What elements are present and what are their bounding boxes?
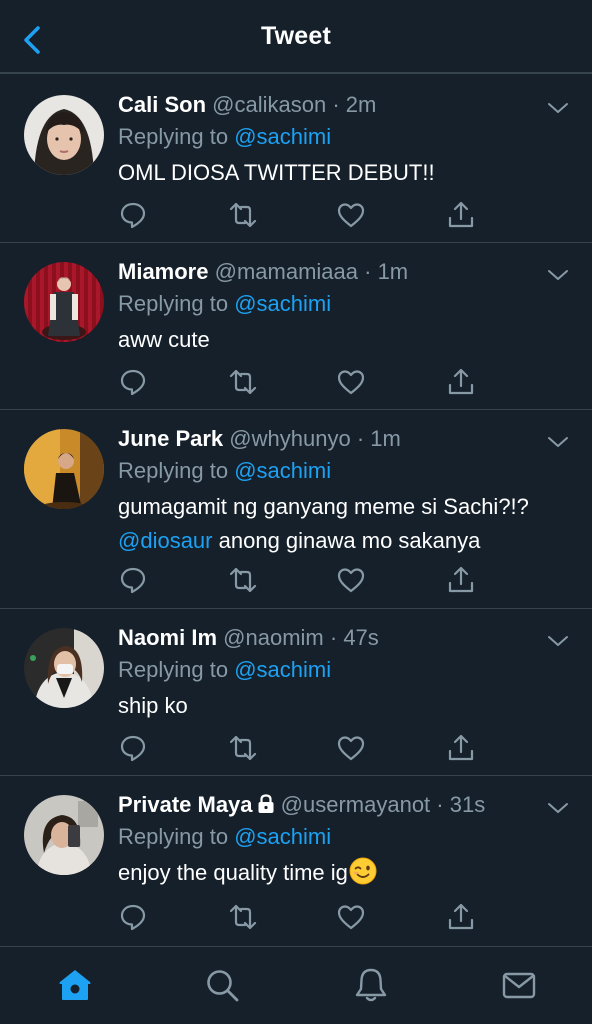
replying-to-mention[interactable]: @sachimi <box>234 657 331 682</box>
replies-list: Cali Son @calikason · 2m Replying to @sa… <box>0 76 592 944</box>
tweet-actions <box>118 200 478 230</box>
reply-tweet[interactable]: Miamore @mamamiaaa · 1m Replying to @sac… <box>0 243 592 410</box>
replying-to-mention[interactable]: @sachimi <box>234 824 331 849</box>
tweet-text: gumagamit ng ganyang meme si Sachi?!? @d… <box>118 490 572 558</box>
home-icon[interactable] <box>57 967 93 1003</box>
avatar[interactable] <box>24 262 104 342</box>
retweet-icon[interactable] <box>228 733 258 763</box>
bottom-tab-bar <box>0 946 592 1024</box>
author-handle[interactable]: @naomim <box>223 625 324 650</box>
like-icon[interactable] <box>336 733 366 763</box>
share-icon[interactable] <box>446 200 476 230</box>
reply-icon[interactable] <box>118 902 148 932</box>
chevron-down-icon[interactable] <box>546 629 570 653</box>
timestamp: 1m <box>377 259 409 284</box>
reply-icon[interactable] <box>118 367 148 397</box>
replying-to-label: Replying to <box>118 458 229 483</box>
retweet-icon[interactable] <box>228 565 258 595</box>
replying-to-label: Replying to <box>118 291 229 316</box>
like-icon[interactable] <box>336 200 366 230</box>
timestamp: 47s <box>343 625 379 650</box>
tweet-text-content: enjoy the quality time ig <box>118 860 348 885</box>
separator-dot: · <box>358 259 378 284</box>
reply-tweet[interactable]: Private Maya @usermayanot · 31s Replying… <box>0 776 592 944</box>
tweet-text-line: @diosaur anong ginawa mo sakanya <box>118 524 572 558</box>
messages-icon[interactable] <box>501 967 537 1003</box>
replying-to-label: Replying to <box>118 824 229 849</box>
tweet-actions <box>118 367 478 397</box>
author-name[interactable]: June Park <box>118 426 223 451</box>
author-handle[interactable]: @calikason <box>212 92 326 117</box>
avatar[interactable] <box>24 429 104 509</box>
chevron-down-icon[interactable] <box>546 430 570 454</box>
winking-face-emoji <box>349 857 377 885</box>
reply-icon[interactable] <box>118 733 148 763</box>
share-icon[interactable] <box>446 902 476 932</box>
author-handle[interactable]: @mamamiaaa <box>215 259 358 284</box>
replying-to: Replying to @sachimi <box>118 120 572 154</box>
top-nav-bar: Tweet <box>0 0 592 74</box>
replying-to: Replying to @sachimi <box>118 454 572 488</box>
retweet-icon[interactable] <box>228 902 258 932</box>
author-name[interactable]: Private Maya <box>118 792 253 817</box>
like-icon[interactable] <box>336 902 366 932</box>
author-name[interactable]: Cali Son <box>118 92 206 117</box>
notifications-icon[interactable] <box>353 967 389 1003</box>
retweet-icon[interactable] <box>228 200 258 230</box>
replying-to-label: Replying to <box>118 124 229 149</box>
author-handle[interactable]: @whyhunyo <box>229 426 350 451</box>
separator-dot: · <box>326 92 346 117</box>
tweet-text: enjoy the quality time ig <box>118 856 572 890</box>
timestamp: 2m <box>345 92 377 117</box>
share-icon[interactable] <box>446 565 476 595</box>
page-title: Tweet <box>261 22 331 50</box>
share-icon[interactable] <box>446 367 476 397</box>
tweet-actions <box>118 565 478 595</box>
chevron-down-icon[interactable] <box>546 96 570 120</box>
tweet-actions <box>118 733 478 763</box>
tweet-text: aww cute <box>118 327 210 352</box>
separator-dot: · <box>350 426 371 451</box>
separator-dot: · <box>430 792 450 817</box>
timestamp: 31s <box>449 792 486 817</box>
replying-to: Replying to @sachimi <box>118 820 572 854</box>
reply-tweet[interactable]: Naomi Im @naomim · 47s Replying to @sach… <box>0 609 592 776</box>
tweet-text-line: gumagamit ng ganyang meme si Sachi?!? <box>118 494 529 519</box>
reply-tweet[interactable]: Cali Son @calikason · 2m Replying to @sa… <box>0 76 592 243</box>
author-name[interactable]: Miamore <box>118 259 208 284</box>
reply-icon[interactable] <box>118 200 148 230</box>
reply-tweet[interactable]: June Park @whyhunyo · 1m Replying to @sa… <box>0 410 592 609</box>
reply-icon[interactable] <box>118 565 148 595</box>
chevron-down-icon[interactable] <box>546 796 570 820</box>
tweet-actions <box>118 902 478 932</box>
author-handle[interactable]: @usermayanot <box>281 792 431 817</box>
search-icon[interactable] <box>204 967 240 1003</box>
replying-to: Replying to @sachimi <box>118 287 572 321</box>
replying-to-mention[interactable]: @sachimi <box>234 458 331 483</box>
chevron-down-icon[interactable] <box>546 263 570 287</box>
author-name[interactable]: Naomi Im <box>118 625 217 650</box>
avatar[interactable] <box>24 795 104 875</box>
tweet-mention[interactable]: @diosaur <box>118 528 213 553</box>
tweet-text: OML DIOSA TWITTER DEBUT!! <box>118 160 435 185</box>
replying-to-label: Replying to <box>118 657 229 682</box>
replying-to-mention[interactable]: @sachimi <box>234 124 331 149</box>
retweet-icon[interactable] <box>228 367 258 397</box>
like-icon[interactable] <box>336 565 366 595</box>
separator-dot: · <box>323 625 344 650</box>
share-icon[interactable] <box>446 733 476 763</box>
timestamp: 1m <box>370 426 401 451</box>
lock-icon <box>258 794 274 813</box>
replying-to: Replying to @sachimi <box>118 653 572 687</box>
like-icon[interactable] <box>336 367 366 397</box>
tweet-detail-screen: Tweet Cali Son @calikason · 2m Replying … <box>0 0 592 1024</box>
avatar[interactable] <box>24 628 104 708</box>
tweet-text-rest: anong ginawa mo sakanya <box>218 528 481 553</box>
tweet-text: ship ko <box>118 693 188 718</box>
replying-to-mention[interactable]: @sachimi <box>234 291 331 316</box>
avatar[interactable] <box>24 95 104 175</box>
